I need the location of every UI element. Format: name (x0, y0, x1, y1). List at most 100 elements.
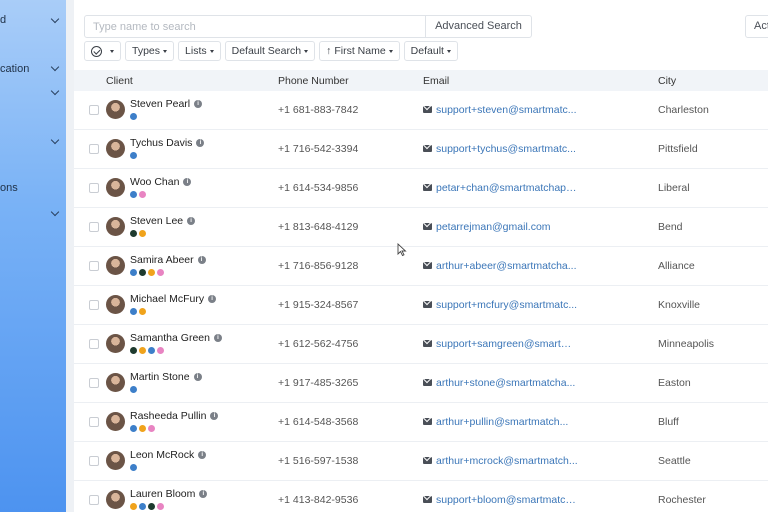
email-link[interactable]: support+samgreen@smartma... (436, 338, 578, 350)
types-filter-button[interactable]: Types (125, 41, 175, 61)
email-link[interactable]: arthur+abeer@smartmatcha... (436, 260, 577, 272)
row-checkbox[interactable] (89, 300, 99, 310)
email-link[interactable]: petar+chan@smartmatchapp... (436, 182, 578, 194)
sort-first-name-button[interactable]: ↑ First Name (319, 41, 400, 61)
info-icon[interactable]: i (199, 490, 208, 498)
default-search-button[interactable]: Default Search (224, 41, 316, 61)
client-name[interactable]: Samira Abeer i (130, 254, 206, 266)
email-link[interactable]: support+bloom@smartmatch... (436, 494, 578, 506)
chevron-down-icon[interactable] (50, 62, 60, 72)
info-icon[interactable]: i (193, 373, 202, 381)
client-tags (130, 386, 137, 393)
table-row[interactable]: Michael McFury i +1 915-324-8567 support+… (74, 286, 768, 325)
avatar[interactable] (106, 490, 125, 509)
sidebar-item-label: ons (0, 182, 18, 194)
client-name[interactable]: Leon McRock i (130, 449, 207, 461)
info-icon[interactable]: i (208, 295, 217, 303)
info-icon[interactable]: i (196, 139, 205, 147)
table-row[interactable]: Steven Pearl i +1 681-883-7842 support+st… (74, 91, 768, 130)
search-input[interactable] (84, 15, 426, 38)
city: Rochester (658, 494, 706, 506)
table-row[interactable]: Leon McRock i +1 516-597-1538 arthur+mcro… (74, 442, 768, 481)
avatar[interactable] (106, 100, 125, 119)
row-checkbox[interactable] (89, 183, 99, 193)
client-name[interactable]: Samantha Green i (130, 332, 222, 344)
info-icon[interactable]: i (213, 334, 222, 342)
column-email[interactable]: Email (423, 75, 449, 87)
column-client[interactable]: Client (106, 75, 133, 87)
client-name[interactable]: Steven Lee i (130, 215, 196, 227)
sidebar-item-1[interactable]: d (0, 14, 6, 26)
client-tags (130, 269, 164, 276)
tag-dot (148, 425, 155, 432)
email-link[interactable]: arthur+pullin@smartmatch... (436, 416, 568, 428)
avatar[interactable] (106, 178, 125, 197)
email-link[interactable]: petarrejman@gmail.com (436, 221, 551, 233)
sidebar-item-2[interactable]: cation (0, 63, 29, 75)
mail-icon (423, 184, 432, 191)
row-checkbox[interactable] (89, 144, 99, 154)
tag-dot (139, 269, 146, 276)
client-name[interactable]: Martin Stone i (130, 371, 202, 383)
select-filter-button[interactable] (84, 41, 121, 61)
lists-filter-button[interactable]: Lists (178, 41, 221, 61)
default-view-button[interactable]: Default (403, 41, 458, 61)
email-link[interactable]: support+tychus@smartmatc... (436, 143, 576, 155)
table-row[interactable]: Lauren Bloom i +1 413-842-9536 support+bl… (74, 481, 768, 512)
tag-dot (157, 347, 164, 354)
client-name[interactable]: Woo Chan i (130, 176, 192, 188)
row-checkbox[interactable] (89, 261, 99, 271)
info-icon[interactable]: i (210, 412, 219, 420)
table-row[interactable]: Martin Stone i +1 917-485-3265 arthur+sto… (74, 364, 768, 403)
email-link[interactable]: arthur+mcrock@smartmatch... (436, 455, 578, 467)
actions-button[interactable]: Actions (745, 15, 768, 38)
chevron-down-icon[interactable] (50, 86, 60, 96)
tag-dot (148, 347, 155, 354)
row-checkbox[interactable] (89, 495, 99, 505)
client-name[interactable]: Lauren Bloom i (130, 488, 208, 500)
row-checkbox[interactable] (89, 339, 99, 349)
table-row[interactable]: Samantha Green i +1 612-562-4756 support+… (74, 325, 768, 364)
row-checkbox[interactable] (89, 417, 99, 427)
row-checkbox[interactable] (89, 105, 99, 115)
avatar[interactable] (106, 451, 125, 470)
avatar[interactable] (106, 295, 125, 314)
info-icon[interactable]: i (183, 178, 192, 186)
advanced-search-button[interactable]: Advanced Search (425, 15, 532, 38)
info-icon[interactable]: i (194, 100, 203, 108)
table-row[interactable]: Samira Abeer i +1 716-856-9128 arthur+abe… (74, 247, 768, 286)
avatar[interactable] (106, 256, 125, 275)
chevron-down-icon[interactable] (50, 135, 60, 145)
client-name[interactable]: Michael McFury i (130, 293, 217, 305)
sidebar-item-5[interactable]: ons (0, 182, 18, 194)
info-icon[interactable]: i (187, 217, 196, 225)
city: Knoxville (658, 299, 701, 311)
column-phone[interactable]: Phone Number (278, 75, 349, 87)
row-checkbox[interactable] (89, 456, 99, 466)
avatar[interactable] (106, 373, 125, 392)
info-icon[interactable]: i (198, 451, 207, 459)
chevron-down-icon[interactable] (50, 14, 60, 24)
avatar[interactable] (106, 412, 125, 431)
row-checkbox[interactable] (89, 222, 99, 232)
table-row[interactable]: Tychus Davis i +1 716-542-3394 support+ty… (74, 130, 768, 169)
mail-icon (423, 145, 432, 152)
email-link[interactable]: arthur+stone@smartmatcha... (436, 377, 575, 389)
client-name[interactable]: Tychus Davis i (130, 137, 205, 149)
avatar[interactable] (106, 334, 125, 353)
client-name[interactable]: Rasheeda Pullin i (130, 410, 219, 422)
client-name[interactable]: Steven Pearl i (130, 98, 203, 110)
info-icon[interactable]: i (197, 256, 206, 264)
email-link[interactable]: support+steven@smartmatc... (436, 104, 577, 116)
table-row[interactable]: Steven Lee i +1 813-648-4129 petarrejman@… (74, 208, 768, 247)
email-link[interactable]: support+mcfury@smartmatc... (436, 299, 577, 311)
table-row[interactable]: Woo Chan i +1 614-534-9856 petar+chan@sma… (74, 169, 768, 208)
avatar[interactable] (106, 139, 125, 158)
row-checkbox[interactable] (89, 378, 99, 388)
column-city[interactable]: City (658, 75, 676, 87)
table-row[interactable]: Rasheeda Pullin i +1 614-548-3568 arthur+… (74, 403, 768, 442)
avatar[interactable] (106, 217, 125, 236)
chevron-down-icon[interactable] (50, 207, 60, 217)
client-tags (130, 308, 146, 315)
caret-down-icon (304, 49, 309, 53)
